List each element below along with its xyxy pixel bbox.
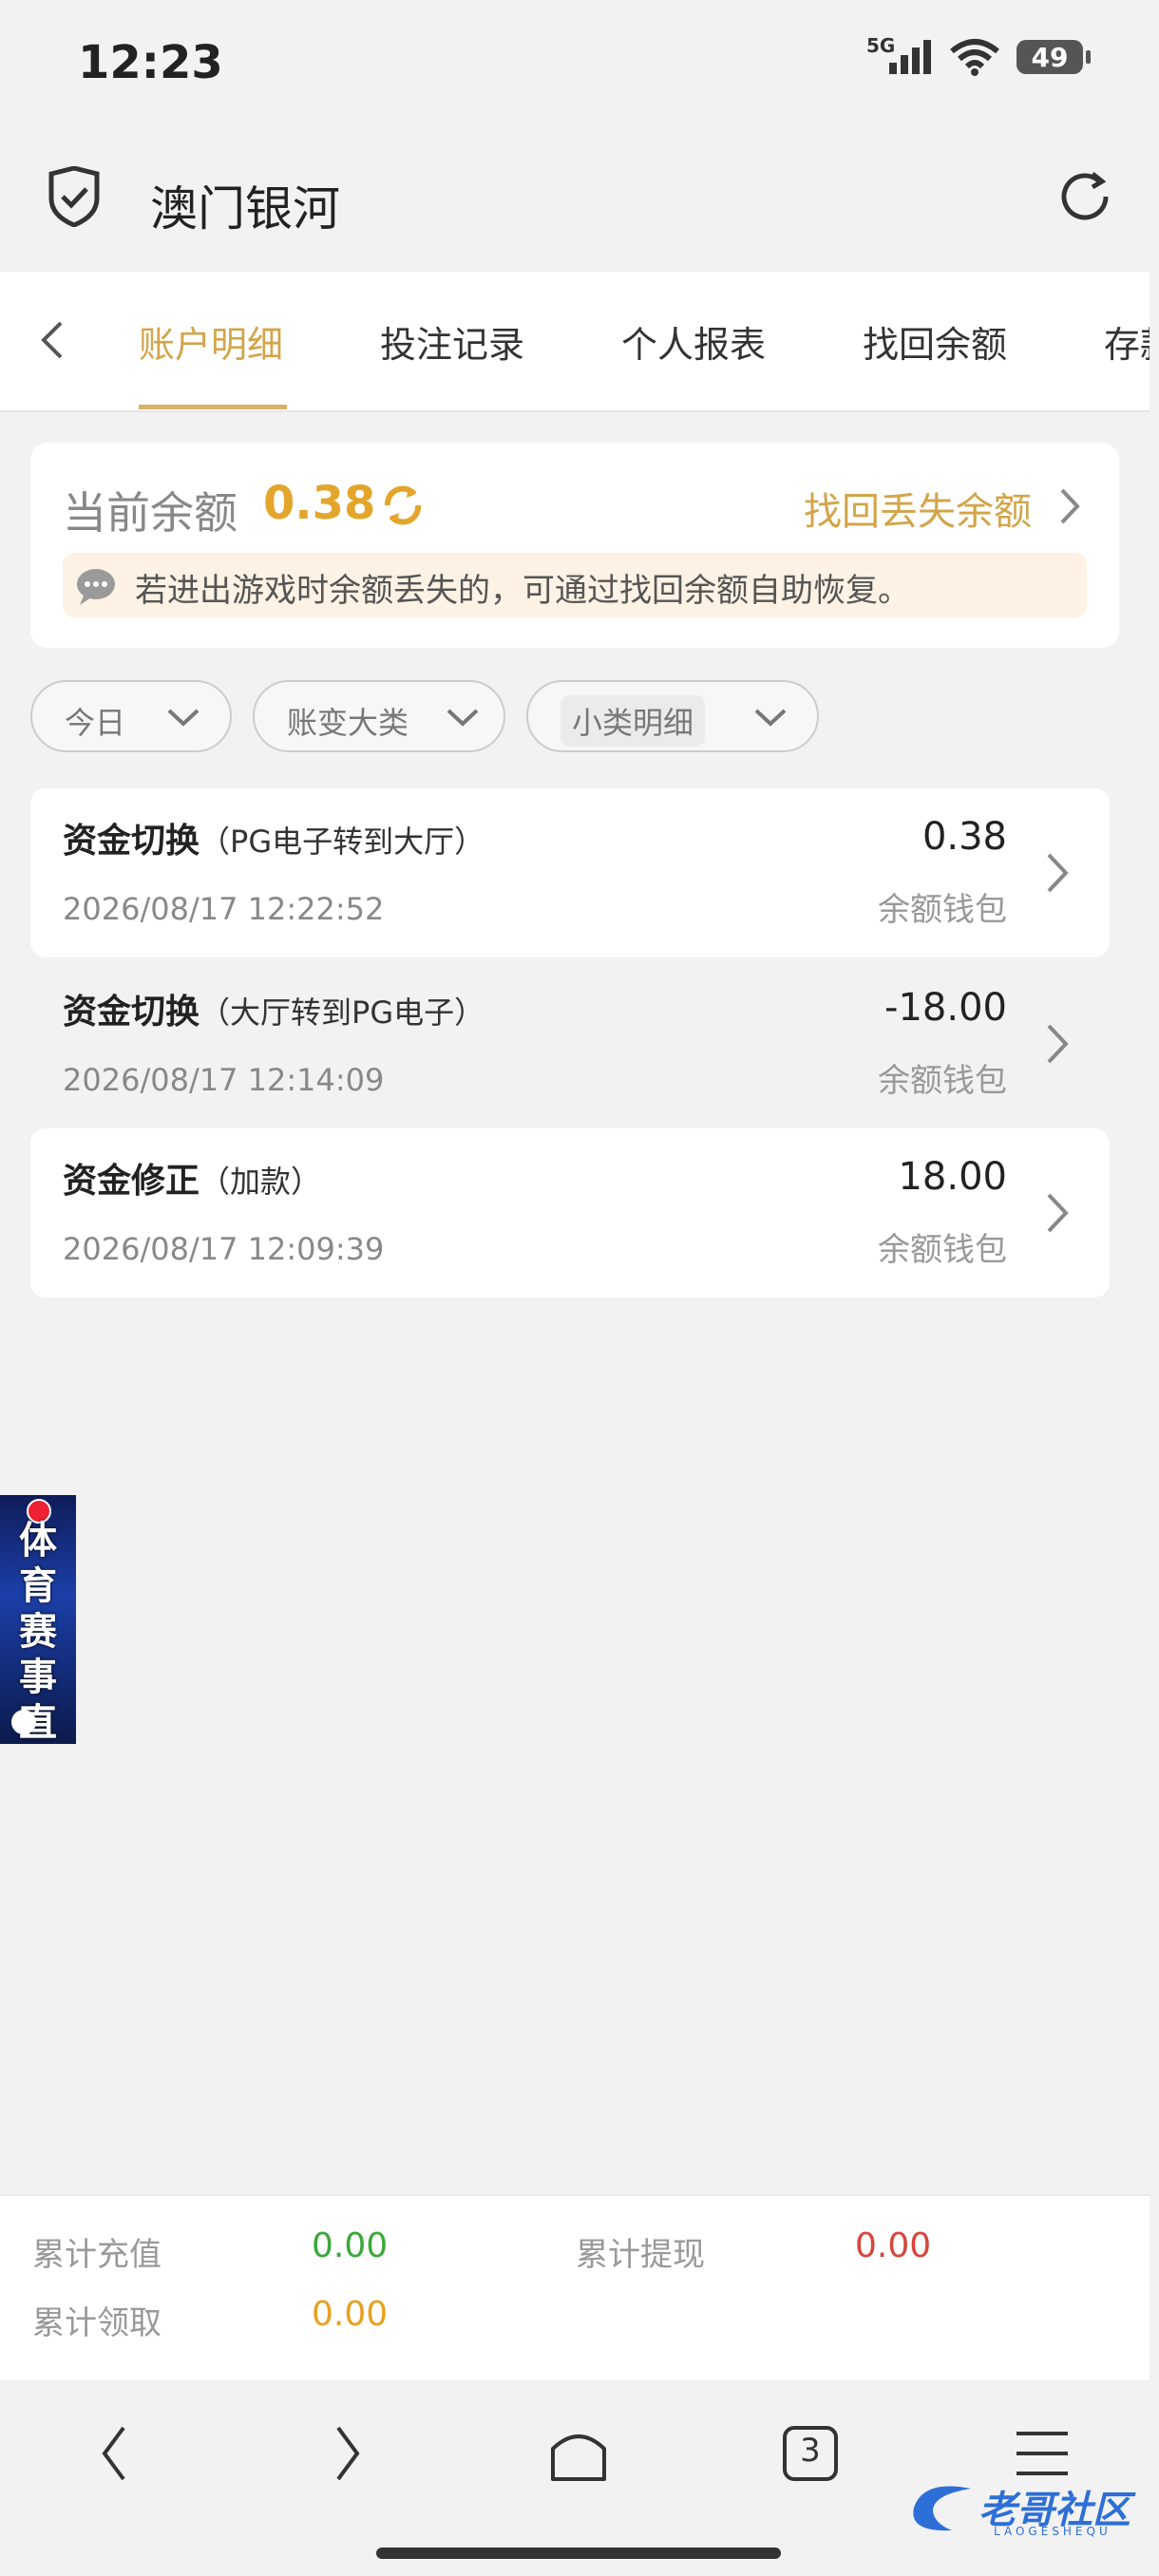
record-wallet: 余额钱包	[878, 1231, 1007, 1269]
record-item[interactable]: 资金切换（大厅转到PG电子） 2026/08/17 12:14:09 -18.0…	[30, 959, 1110, 1128]
chevron-right-icon[interactable]	[1053, 483, 1085, 530]
tab-recover-balance[interactable]: 找回余额	[863, 315, 1007, 368]
watermark: 老哥社区 LAOGESHEQU	[904, 2475, 1151, 2544]
chevron-right-icon	[1047, 1193, 1069, 1233]
filter-category[interactable]: 账变大类	[253, 680, 505, 752]
chevron-left-icon[interactable]	[28, 310, 76, 370]
tabs-button[interactable]: 3	[777, 2420, 844, 2487]
record-type: 资金切换	[63, 993, 200, 1032]
record-wallet: 余额钱包	[878, 891, 1007, 929]
tab-personal-report[interactable]: 个人报表	[621, 315, 766, 368]
chevron-down-icon	[446, 709, 479, 727]
record-time: 2026/08/17 12:22:52	[63, 891, 385, 927]
browser-nav-bar: 3 老哥社区 LAOGESHEQU	[0, 2380, 1159, 2576]
filter-category-label: 账变大类	[287, 705, 409, 741]
record-title: 资金修正（加款）	[63, 1153, 321, 1203]
total-claim-label: 累计领取	[32, 2304, 162, 2342]
wifi-icon	[950, 39, 999, 76]
balance-label: 当前余额	[63, 487, 238, 539]
notice-text: 若进出游戏时余额丢失的，可通过找回余额自助恢复。	[135, 572, 910, 610]
record-detail: （PG电子转到大厅）	[200, 824, 485, 860]
chevron-right-icon	[1047, 1024, 1069, 1064]
refresh-balance-icon[interactable]	[378, 481, 428, 530]
watermark-subtext: LAOGESHEQU	[994, 2525, 1112, 2538]
record-detail: （加款）	[200, 1164, 322, 1200]
app-header: 澳门银河	[0, 123, 1159, 266]
home-icon[interactable]	[545, 2420, 612, 2487]
record-item[interactable]: 资金切换（PG电子转到大厅） 2026/08/17 12:22:52 0.38 …	[30, 788, 1110, 957]
record-item[interactable]: 资金修正（加款） 2026/08/17 12:09:39 18.00 余额钱包	[30, 1128, 1110, 1297]
chevron-down-icon	[754, 709, 787, 727]
total-recharge-value: 0.00	[312, 2226, 389, 2265]
record-time: 2026/08/17 12:14:09	[63, 1062, 385, 1098]
record-amount: -18.00	[884, 986, 1007, 1030]
status-icons: 5G 49	[866, 34, 1091, 76]
record-time: 2026/08/17 12:09:39	[63, 1231, 385, 1267]
record-title: 资金切换（PG电子转到大厅）	[63, 813, 484, 862]
record-type: 资金切换	[63, 822, 200, 861]
chevron-down-icon	[167, 709, 200, 727]
total-claim-value: 0.00	[312, 2295, 389, 2334]
signal-icon: 5G	[866, 34, 933, 76]
dragon-logo-icon	[913, 2486, 971, 2531]
record-amount: 18.00	[898, 1155, 1007, 1199]
record-type: 资金修正	[63, 1162, 200, 1201]
total-recharge-label: 累计充值	[32, 2236, 162, 2274]
record-title: 资金切换（大厅转到PG电子）	[63, 984, 484, 1033]
sports-live-banner[interactable]: 体育赛 事直播	[0, 1495, 76, 1744]
recover-lost-balance-link[interactable]: 找回丢失余额	[804, 481, 1032, 536]
chevron-right-icon	[1047, 853, 1069, 893]
status-time: 12:23	[78, 36, 223, 89]
shield-check-icon[interactable]	[46, 166, 103, 227]
home-indicator[interactable]	[376, 2548, 781, 2559]
status-bar: 12:23 5G 49	[0, 0, 1159, 123]
banner-text: 体育赛 事直播	[19, 1519, 57, 1744]
total-withdraw-label: 累计提现	[576, 2236, 705, 2274]
tabs-count: 3	[800, 2432, 821, 2470]
total-withdraw-value: 0.00	[855, 2226, 932, 2265]
soccer-ball-icon	[11, 1710, 36, 1734]
tab-bar: 账户明细 投注记录 个人报表 找回余额 存款	[0, 272, 1150, 412]
network-label: 5G	[866, 34, 896, 57]
tab-deposit[interactable]: 存款	[1104, 315, 1150, 368]
record-wallet: 余额钱包	[878, 1062, 1007, 1100]
filter-subcategory-label: 小类明细	[560, 695, 706, 747]
battery-level: 49	[1031, 41, 1069, 73]
refresh-icon[interactable]	[1054, 166, 1115, 227]
balance-amount: 0.38	[263, 477, 376, 530]
totals-panel: 累计充值 0.00 累计提现 0.00 累计领取 0.00	[0, 2194, 1150, 2380]
notice-bar: 若进出游戏时余额丢失的，可通过找回余额自助恢复。	[63, 553, 1087, 617]
record-detail: （大厅转到PG电子）	[200, 994, 485, 1031]
tab-bet-records[interactable]: 投注记录	[380, 315, 524, 368]
record-amount: 0.38	[922, 815, 1007, 859]
filter-date[interactable]: 今日	[30, 680, 232, 752]
battery-icon: 49	[1016, 40, 1091, 74]
active-tab-indicator	[139, 405, 287, 409]
page-title: 澳门银河	[150, 181, 340, 237]
forward-icon[interactable]	[314, 2420, 380, 2487]
filter-date-label: 今日	[65, 705, 126, 741]
tab-account-details[interactable]: 账户明细	[139, 315, 283, 368]
filter-subcategory[interactable]: 小类明细	[526, 680, 819, 752]
message-icon	[77, 569, 115, 605]
balance-card: 当前余额 0.38 找回丢失余额 若进出游戏时余额丢失的，可通过找回余额自助恢复…	[30, 443, 1119, 648]
back-icon[interactable]	[82, 2420, 148, 2487]
